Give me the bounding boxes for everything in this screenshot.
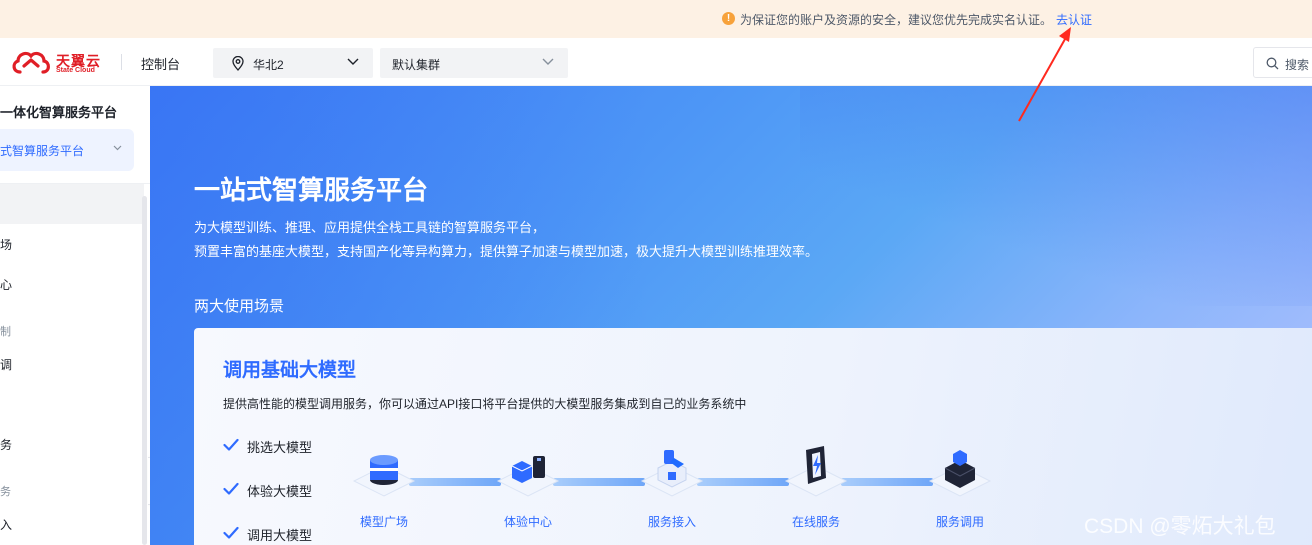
hero-title: 一站式智算服务平台 (194, 175, 429, 205)
step-label: 服务调用 (935, 515, 984, 529)
check-icon (223, 526, 239, 539)
top-nav: 天翼云 State Cloud 控制台 华北2 默认集群 搜索 (0, 38, 1312, 86)
step-label: 在线服务 (791, 515, 840, 529)
warning-circle-icon: ! (722, 12, 735, 25)
platform-select-value: 式智算服务平台 (0, 144, 85, 158)
search-icon (1266, 57, 1279, 70)
console-link[interactable]: 控制台 (141, 54, 180, 73)
step-label: 服务接入 (647, 515, 696, 529)
hero-banner: 一站式智算服务平台 为大模型训练、推理、应用提供全栈工具链的智算服务平台， 预置… (150, 86, 1312, 545)
search-placeholder: 搜索 (1285, 58, 1310, 72)
check-item-label: 体验大模型 (247, 484, 313, 499)
sidebar-title: 一体化智算服务平台 (0, 105, 118, 120)
box-stack-icon (944, 450, 976, 488)
chevron-down-icon (113, 145, 122, 151)
sidebar-item-service[interactable]: 务 (0, 436, 12, 453)
nav-divider (121, 54, 122, 70)
sidebar-scrollbar[interactable] (142, 196, 147, 545)
database-icon (370, 455, 398, 485)
cluster-value: 默认集群 (392, 58, 441, 72)
check-item-label: 挑选大模型 (247, 440, 313, 455)
sidebar-item-experience-center[interactable]: 心 (0, 276, 12, 293)
cloud-logo-icon (12, 51, 50, 74)
lightning-server-icon (806, 446, 826, 484)
check-icon (223, 438, 239, 451)
plug-icon (657, 450, 687, 488)
region-select[interactable]: 华北2 (213, 48, 373, 78)
check-icon (223, 482, 239, 495)
watermark: CSDN @零炻大礼包 (1084, 515, 1276, 538)
check-item-label: 调用大模型 (247, 528, 313, 543)
step-model-square[interactable]: 模型广场 (344, 446, 424, 538)
notice-bar: ! 为保证您的账户及资源的安全，建议您优先完成实名认证。 去认证 (0, 0, 1312, 38)
sidebar-group-label: 制 (0, 326, 11, 338)
card-description: 提供高性能的模型调用服务，你可以通过API接口将平台提供的大模型服务集成到自己的… (223, 397, 747, 411)
sidebar-group-label: 务 (0, 486, 11, 498)
notice-text: 为保证您的账户及资源的安全，建议您优先完成实名认证。 (740, 13, 1053, 27)
annotation-arrow-icon (1018, 27, 1071, 122)
sidebar-item-finetune[interactable]: 调 (0, 356, 12, 373)
cluster-select[interactable]: 默认集群 (380, 48, 568, 78)
step-label: 模型广场 (359, 515, 408, 529)
hero-description-line1: 为大模型训练、推理、应用提供全栈工具链的智算服务平台， (194, 220, 546, 235)
step-experience-center[interactable]: 体验中心 (488, 446, 568, 538)
step-service-access[interactable]: 服务接入 (632, 446, 712, 538)
hero-description-line2: 预置丰富的基座大模型，支持国产化等异构算力，提供算子加速与模型加速，极大提升大模… (194, 244, 819, 259)
step-service-call[interactable]: 服务调用 (920, 446, 1000, 538)
logo[interactable]: 天翼云 State Cloud (10, 50, 102, 76)
chevron-down-icon (347, 58, 359, 65)
sidebar-item-active[interactable] (0, 184, 144, 224)
card-title: 调用基础大模型 (223, 360, 357, 381)
search-box[interactable]: 搜索 (1253, 47, 1312, 78)
sidebar-item-model-square[interactable]: 场 (0, 236, 12, 253)
scenes-label: 两大使用场景 (194, 298, 285, 315)
logo-en-text: State Cloud (56, 67, 95, 74)
location-pin-icon (232, 56, 244, 71)
sidebar-item-access[interactable]: 入 (0, 516, 12, 533)
region-value: 华北2 (253, 58, 284, 72)
sidebar: 一体化智算服务平台 式智算服务平台 场 心 制 调 务 务 入 (0, 86, 150, 545)
cubes-icon (511, 456, 545, 483)
step-online-service[interactable]: 在线服务 (776, 446, 856, 538)
chevron-down-icon (542, 58, 554, 65)
platform-select[interactable]: 式智算服务平台 (0, 129, 134, 171)
step-label: 体验中心 (503, 515, 552, 529)
